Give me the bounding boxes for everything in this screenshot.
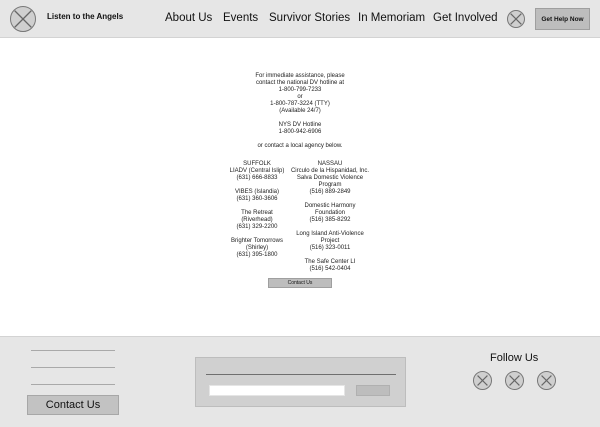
get-help-now-button[interactable]: Get Help Now <box>535 8 590 30</box>
intro-line: For immediate assistance, please <box>255 73 345 79</box>
nav-in-memoriam[interactable]: In Memoriam <box>358 12 425 24</box>
image-placeholder-icon[interactable] <box>507 10 525 28</box>
intro-line: or <box>297 94 303 100</box>
availability-note: (Available 24/7) <box>279 108 321 114</box>
contact-us-button[interactable]: Contact Us <box>268 278 332 288</box>
agency-name: Foundation <box>314 210 346 216</box>
agency-phone: (516) 323-0011 <box>309 245 351 251</box>
newsletter-signup <box>195 357 406 407</box>
social-icon[interactable] <box>537 371 556 390</box>
site-footer: Contact Us Follow Us <box>0 336 600 427</box>
footer-link-placeholder[interactable] <box>31 384 115 385</box>
agency-phone: (516) 542-0404 <box>309 266 351 272</box>
nav-survivor-stories[interactable]: Survivor Stories <box>269 12 350 24</box>
nav-events[interactable]: Events <box>223 12 258 24</box>
footer-link-placeholder[interactable] <box>31 350 115 351</box>
social-icon[interactable] <box>473 371 492 390</box>
follow-us-label: Follow Us <box>490 352 539 364</box>
divider <box>206 374 396 375</box>
agency-name: Program <box>318 182 342 188</box>
site-brand[interactable]: Listen to the Angels <box>47 12 123 21</box>
local-agency-note: or contact a local agency below. <box>257 143 343 149</box>
logo-placeholder-icon[interactable] <box>10 6 36 32</box>
agency-name: The Safe Center LI <box>304 259 356 265</box>
nassau-heading: NASSAU <box>317 161 343 167</box>
site-header: Listen to the Angels About Us Events Sur… <box>0 0 600 38</box>
agency-name: Salva Domestic Violence <box>296 175 364 181</box>
agency-phone: (516) 889-2849 <box>309 189 351 195</box>
agency-phone: (516) 385-8292 <box>309 217 351 223</box>
footer-link-placeholder[interactable] <box>31 367 115 368</box>
email-input[interactable] <box>209 385 345 396</box>
intro-line: contact the national DV hotline at <box>255 80 345 86</box>
nav-about-us[interactable]: About Us <box>165 12 212 24</box>
agency-name: Domestic Harmony <box>304 203 356 209</box>
tty-hotline-number: 1-800-787-3224 (TTY) <box>270 101 330 107</box>
nys-hotline-label: NYS DV Hotline <box>278 122 322 128</box>
nav-get-involved[interactable]: Get Involved <box>433 12 498 24</box>
main-content: For immediate assistance, please contact… <box>0 39 600 336</box>
nys-hotline-number: 1-800-942-6906 <box>278 129 322 135</box>
agency-name: Project <box>320 238 340 244</box>
agency-name: Long Island Anti-Violence <box>296 231 364 237</box>
footer-contact-us-button[interactable]: Contact Us <box>27 395 119 415</box>
national-hotline-number: 1-800-799-7233 <box>278 87 322 93</box>
submit-button[interactable] <box>356 385 390 396</box>
nassau-agencies: NASSAU Circulo de la Hispanidad, Inc. Sa… <box>270 161 390 273</box>
social-icon[interactable] <box>505 371 524 390</box>
agency-name: Circulo de la Hispanidad, Inc. <box>290 168 370 174</box>
